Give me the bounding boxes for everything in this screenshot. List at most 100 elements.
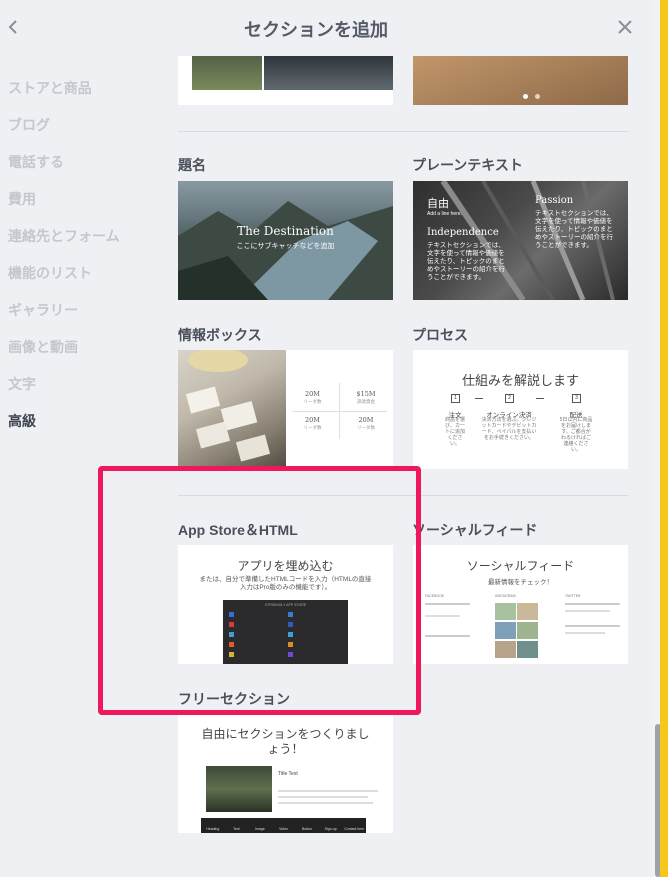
- sidebar-item-call[interactable]: 電話する: [8, 152, 158, 189]
- process-title: 仕組みを解説します: [461, 373, 579, 388]
- tweet-line: [565, 610, 610, 612]
- info-box-thumb[interactable]: 20M リーダ数 $15M 調達資金 20M リーダ数 20M リーダ数: [178, 350, 393, 469]
- instagram-photo: [495, 622, 516, 639]
- step-number: 1: [451, 394, 460, 403]
- plain-heading-3: Passion: [535, 195, 574, 206]
- plain-heading-1: 自由: [427, 198, 449, 210]
- step-connector: [475, 398, 483, 399]
- text-line: [278, 802, 373, 804]
- sidebar-item-contact[interactable]: 連絡先とフォーム: [8, 226, 158, 263]
- section-label-title: 題名: [178, 157, 206, 173]
- column-facebook: FACEBOOK: [425, 594, 445, 598]
- stat-caption: リーダ数: [303, 399, 322, 404]
- title-section-thumb[interactable]: The Destination ここにサブキャッチなどを追加: [178, 181, 393, 300]
- sidebar-item-store[interactable]: ストアと商品: [8, 78, 158, 115]
- instagram-photo: [517, 603, 538, 620]
- photo-1: [192, 56, 262, 90]
- stat-caption: リーダ数: [303, 425, 322, 430]
- divider: [178, 131, 628, 132]
- fb-line: [425, 635, 470, 637]
- plain-body-2: テキストセクションでは、文字を使って情報や価値を伝えたり、トピックのまとめやスト…: [535, 210, 613, 249]
- tool-video[interactable]: Video: [272, 818, 296, 833]
- section-label-info-box: 情報ボックス: [178, 327, 262, 343]
- fb-line: [425, 603, 470, 605]
- free-section-title: 自由にセクションをつくりましょう！: [201, 727, 370, 756]
- sidebar-item-blog[interactable]: ブログ: [8, 115, 158, 152]
- cards-photo: [178, 350, 286, 469]
- tool-button[interactable]: Button: [295, 818, 319, 833]
- slide-dot: [535, 94, 540, 99]
- app-store-title: アプリを埋め込む: [237, 559, 334, 573]
- tool-contact-form[interactable]: Contact form: [342, 818, 366, 833]
- photo-2: [264, 56, 393, 90]
- plain-small-line: Add a line here.: [427, 211, 463, 217]
- tweet-line: [565, 632, 605, 634]
- category-sidebar: ストアと商品 ブログ 電話する 費用 連絡先とフォーム 機能のリスト ギャラリー…: [8, 78, 158, 448]
- plain-heading-2: Independence: [427, 227, 499, 238]
- tool-image[interactable]: Image: [248, 818, 272, 833]
- stat-caption: リーダ数: [357, 425, 375, 430]
- app-icon: [288, 612, 293, 617]
- step-connector: [536, 398, 544, 399]
- sidebar-item-pricing[interactable]: 費用: [8, 189, 158, 226]
- step-text: 決済方法を選ぶ。クレジットカードやデビットカード、ペイパルを支払いをお手続きくだ…: [481, 417, 537, 441]
- plain-body-1: テキストセクションでは、文字を使って情報や価値を伝えたり、トピックのまとめやスト…: [427, 242, 505, 281]
- stat-value: $15M: [356, 390, 376, 398]
- gallery-thumb-partial[interactable]: [178, 56, 393, 105]
- app-icon: [229, 632, 234, 637]
- stats-grid: 20M リーダ数 $15M 調達資金 20M リーダ数 20M リーダ数: [286, 350, 393, 469]
- social-feed-thumb[interactable]: ソーシャルフィード 最新情報をチェック！ FACEBOOK INSTAGRAM …: [413, 545, 628, 664]
- element-toolbar: Heading Text Image Video Button Sign-up …: [201, 818, 366, 833]
- stat-caption: 調達資金: [357, 399, 375, 404]
- step-text: 5日以内に商品をお届けします。ご都合がわるければご連絡ください。: [559, 417, 593, 453]
- text-line: [278, 796, 368, 798]
- process-thumb[interactable]: 仕組みを解説します 1 注文 商品を選び、カートに追加ください。 2 オンライン…: [413, 350, 628, 469]
- social-feed-subtitle: 最新情報をチェック！: [488, 579, 553, 586]
- tweet-line: [565, 603, 620, 605]
- sidebar-item-gallery[interactable]: ギャラリー: [8, 300, 158, 337]
- tool-signup[interactable]: Sign-up: [319, 818, 343, 833]
- app-store-subtitle: または、自分で準備したHTMLコードを入力（HTMLの直接入力はPro版のみの機…: [199, 576, 372, 591]
- instagram-photo: [517, 622, 538, 639]
- tool-text[interactable]: Text: [225, 818, 249, 833]
- sidebar-item-media[interactable]: 画像と動画: [8, 337, 158, 374]
- free-section-thumb[interactable]: 自由にセクションをつくりましょう！ Title Text Heading Tex…: [178, 714, 393, 833]
- thumb-subheading: ここにサブキャッチなどを追加: [236, 243, 335, 250]
- accent-bar: [660, 0, 668, 877]
- stat-value: 20M: [305, 390, 320, 398]
- business-cards-image: [185, 350, 271, 462]
- section-label-process: プロセス: [412, 327, 468, 343]
- sidebar-item-features[interactable]: 機能のリスト: [8, 263, 158, 300]
- sidebar-item-text[interactable]: 文字: [8, 374, 158, 411]
- section-label-free-section: フリーセクション: [178, 691, 290, 707]
- slide-dot: [523, 94, 528, 99]
- step-number: 2: [505, 394, 514, 403]
- app-store-thumb[interactable]: アプリを埋め込む または、自分で準備したHTMLコードを入力（HTMLの直接入力…: [178, 545, 393, 664]
- text-line: [278, 790, 378, 792]
- slider-thumb-partial[interactable]: [413, 56, 628, 105]
- app-icon: [229, 622, 234, 627]
- app-icon: [288, 652, 293, 657]
- column-instagram: INSTAGRAM: [495, 594, 516, 598]
- app-icon: [288, 642, 293, 647]
- app-icon: [288, 632, 293, 637]
- instagram-photo: [517, 641, 538, 658]
- step-text: 商品を選び、カートに追加ください。: [444, 417, 465, 447]
- app-icon: [229, 642, 234, 647]
- plain-text-thumb[interactable]: 自由 Add a line here. Independence テキストセクシ…: [413, 181, 628, 300]
- section-catalog: 題名 The Destination ここにサブキャッチなどを追加 プレーンテキ…: [178, 0, 638, 877]
- forest-image: [206, 766, 272, 812]
- instagram-photo: [495, 641, 516, 658]
- instagram-photo: [495, 603, 516, 620]
- app-store-window: STRIKINGLY APP STORE: [223, 600, 348, 664]
- stat-value: 20M: [358, 416, 374, 424]
- block-title: Title Text: [278, 771, 298, 777]
- step-number: 3: [572, 394, 581, 403]
- sidebar-item-advanced[interactable]: 高級: [8, 411, 158, 448]
- section-label-social-feed: ソーシャルフィード: [412, 522, 538, 538]
- stat-value: 20M: [305, 416, 320, 424]
- tool-heading[interactable]: Heading: [201, 818, 225, 833]
- thumb-heading: The Destination: [237, 224, 334, 238]
- tweet-line: [565, 625, 620, 627]
- app-icon: [229, 612, 234, 617]
